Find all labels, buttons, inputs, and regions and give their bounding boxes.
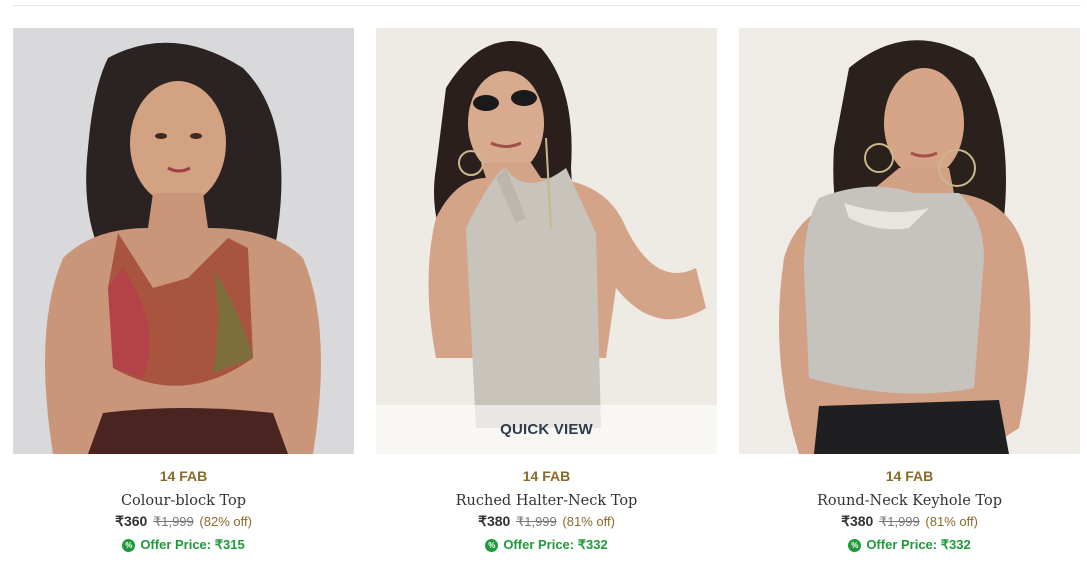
top-divider [13,5,1081,6]
product-name[interactable]: Ruched Halter-Neck Top [376,491,717,511]
product-card[interactable]: 14 FAB Round-Neck Keyhole Top ₹380 ₹1,99… [739,28,1080,554]
product-image[interactable]: QUICK VIEW [376,28,717,454]
original-price: ₹1,999 [152,514,194,529]
product-brand[interactable]: 14 FAB [13,467,354,485]
product-brand[interactable]: 14 FAB [376,467,717,485]
product-image[interactable] [13,28,354,454]
offer-price-row: % Offer Price: ₹332 [376,536,717,554]
offer-price-row: % Offer Price: ₹332 [739,536,1080,554]
product-grid: 14 FAB Colour-block Top ₹360 ₹1,999 (82%… [13,28,1080,554]
original-price: ₹1,999 [515,514,557,529]
product-photo [739,28,1080,454]
price-row: ₹360 ₹1,999 (82% off) [13,512,354,530]
product-name[interactable]: Round-Neck Keyhole Top [739,491,1080,511]
product-brand[interactable]: 14 FAB [739,467,1080,485]
offer-price: Offer Price: ₹315 [140,537,245,552]
selling-price: ₹380 [478,513,511,529]
quick-view-button[interactable]: QUICK VIEW [376,405,717,454]
offer-percent-icon: % [848,538,862,552]
offer-price: Offer Price: ₹332 [503,537,608,552]
selling-price: ₹380 [841,513,874,529]
price-row: ₹380 ₹1,999 (81% off) [739,512,1080,530]
product-name[interactable]: Colour-block Top [13,491,354,511]
offer-percent-icon: % [122,538,136,552]
offer-price: Offer Price: ₹332 [866,537,971,552]
selling-price: ₹360 [115,513,148,529]
offer-price-row: % Offer Price: ₹315 [13,536,354,554]
product-card[interactable]: QUICK VIEW 14 FAB Ruched Halter-Neck Top… [376,28,717,554]
product-card[interactable]: 14 FAB Colour-block Top ₹360 ₹1,999 (82%… [13,28,354,554]
product-photo [13,28,354,454]
product-photo [376,28,717,454]
price-row: ₹380 ₹1,999 (81% off) [376,512,717,530]
product-image[interactable] [739,28,1080,454]
discount-percentage: (81% off) [562,514,615,529]
original-price: ₹1,999 [878,514,920,529]
offer-percent-icon: % [485,538,499,552]
discount-percentage: (82% off) [199,514,252,529]
discount-percentage: (81% off) [925,514,978,529]
